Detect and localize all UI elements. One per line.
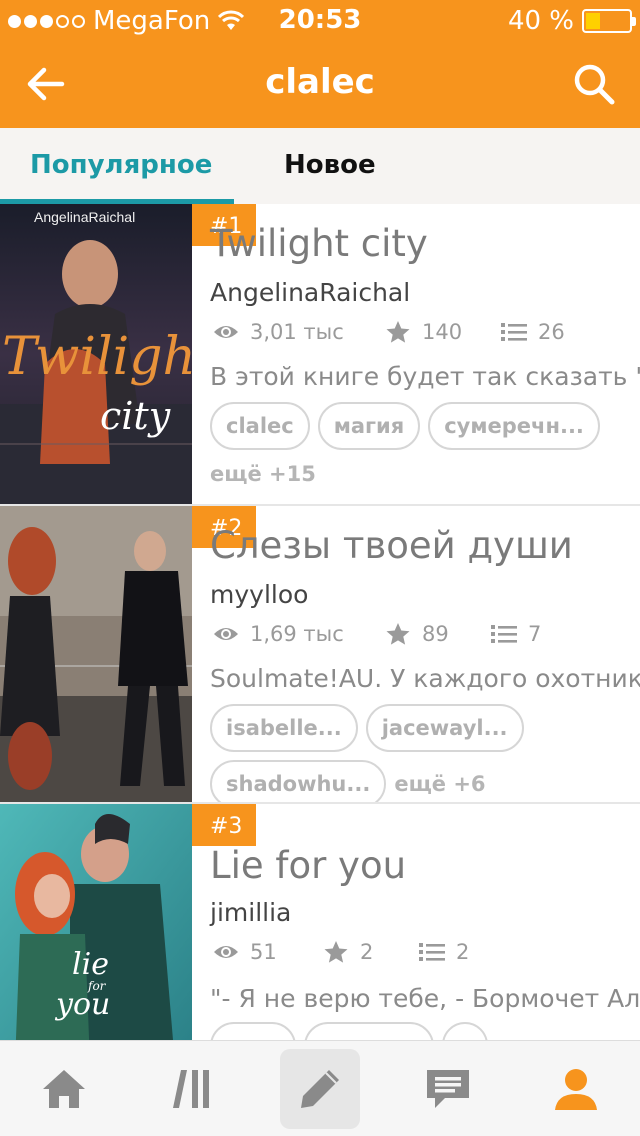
story-stats: 51 2 2	[212, 940, 469, 964]
votes-stat: 89	[384, 622, 490, 646]
parts-stat: 2	[418, 940, 469, 964]
votes-stat: 2	[322, 940, 418, 964]
story-cover[interactable]	[0, 506, 192, 802]
tag-chip[interactable]	[304, 1022, 434, 1040]
story-description: Soulmate!AU. У каждого охотника	[210, 664, 640, 693]
library-icon	[173, 1070, 209, 1108]
list-icon	[419, 943, 445, 961]
home-icon	[43, 1070, 85, 1108]
tag-list: isabelle... jacewayl... shadowhu... ещё …	[210, 704, 630, 802]
write-tab[interactable]	[280, 1049, 360, 1129]
cover-author-text: AngelinaRaichal	[34, 209, 135, 225]
story-list: AngelinaRaichal Twilight city #1 Twiligh…	[0, 204, 640, 1040]
parts-count: 26	[538, 320, 565, 344]
tag-chip[interactable]	[210, 1022, 296, 1040]
star-icon	[324, 941, 348, 963]
story-author[interactable]: AngelinaRaichal	[210, 278, 410, 307]
status-bar: MegaFon 20:53 40 %	[0, 0, 640, 40]
rank-badge: #3	[192, 804, 256, 846]
more-tags-link[interactable]: ещё +15	[210, 462, 630, 486]
tag-chip[interactable]: isabelle...	[210, 704, 358, 752]
parts-count: 7	[528, 622, 542, 646]
search-icon[interactable]	[572, 62, 616, 106]
tag-chip[interactable]: shadowhu...	[210, 760, 387, 802]
list-icon	[501, 323, 527, 341]
tab-new[interactable]: Новое	[284, 150, 376, 180]
tag-list	[210, 1022, 630, 1040]
eye-icon	[214, 628, 238, 640]
story-cover[interactable]: lie for you	[0, 804, 192, 1040]
tag-chip[interactable]	[442, 1022, 488, 1040]
votes-count: 89	[422, 622, 449, 646]
more-tags-link[interactable]: ещё +6	[394, 772, 485, 796]
star-icon	[386, 623, 410, 645]
eye-icon	[214, 946, 238, 958]
story-stats: 1,69 тыс 89 7	[212, 622, 541, 646]
story-description: В этой книге будет так сказать "И	[210, 362, 640, 391]
views-count: 1,69 тыс	[250, 622, 344, 646]
votes-stat: 140	[384, 320, 500, 344]
eye-icon	[214, 326, 238, 338]
app-header: MegaFon 20:53 40 % clalec	[0, 0, 640, 128]
parts-count: 2	[456, 940, 470, 964]
views-count: 51	[250, 940, 277, 964]
story-item[interactable]: AngelinaRaichal Twilight city #1 Twiligh…	[0, 204, 640, 506]
cover-subtitle-text: you	[54, 987, 110, 1022]
tag-chip[interactable]: jacewayl...	[365, 704, 524, 752]
cover-title-text: Twilight	[2, 327, 192, 387]
views-count: 3,01 тыс	[250, 320, 344, 344]
battery-icon	[582, 9, 636, 33]
list-icon	[491, 625, 517, 643]
views-stat: 1,69 тыс	[212, 622, 384, 646]
messages-icon	[427, 1070, 469, 1108]
story-item[interactable]: #2 Слезы твоей души myylloo 1,69 тыс 89 …	[0, 506, 640, 804]
bottom-tab-bar	[0, 1040, 640, 1136]
sort-tabs: Популярное Новое	[0, 128, 640, 204]
cover-title-text: lie	[72, 947, 109, 982]
parts-stat: 7	[490, 622, 541, 646]
library-tab[interactable]	[152, 1049, 232, 1129]
story-stats: 3,01 тыс 140 26	[212, 320, 565, 344]
tag-chip[interactable]: clalec	[210, 402, 310, 450]
story-cover[interactable]: AngelinaRaichal Twilight city	[0, 204, 192, 504]
tag-chip[interactable]: магия	[317, 402, 421, 450]
home-tab[interactable]	[24, 1049, 104, 1129]
story-author[interactable]: jimillia	[210, 898, 291, 927]
cover-subtitle-text: city	[100, 394, 171, 438]
messages-tab[interactable]	[408, 1049, 488, 1129]
views-stat: 51	[212, 940, 322, 964]
parts-stat: 26	[500, 320, 565, 344]
pencil-icon	[301, 1070, 339, 1108]
tab-popular[interactable]: Популярное	[30, 150, 212, 180]
story-author[interactable]: myylloo	[210, 580, 308, 609]
story-title[interactable]: Twilight city	[210, 222, 428, 265]
profile-icon	[555, 1069, 597, 1110]
votes-count: 140	[422, 320, 463, 344]
page-title: clalec	[265, 62, 375, 102]
battery-indicator: 40 %	[507, 6, 636, 36]
story-title[interactable]: Слезы твоей души	[210, 524, 573, 567]
star-icon	[386, 321, 410, 343]
navigation-bar: clalec	[0, 40, 640, 128]
votes-count: 2	[360, 940, 374, 964]
tag-chip[interactable]: сумеречн...	[428, 402, 600, 450]
story-title[interactable]: Lie for you	[210, 844, 406, 887]
story-description: "- Я не верю тебе, - Бормочет Але	[210, 984, 640, 1013]
battery-percent: 40 %	[507, 6, 574, 36]
views-stat: 3,01 тыс	[212, 320, 384, 344]
story-item[interactable]: lie for you #3 Lie for you jimillia 51 2	[0, 804, 640, 1040]
profile-tab[interactable]	[536, 1049, 616, 1129]
tag-list: clalec магия сумеречн... ещё +15	[210, 402, 630, 486]
